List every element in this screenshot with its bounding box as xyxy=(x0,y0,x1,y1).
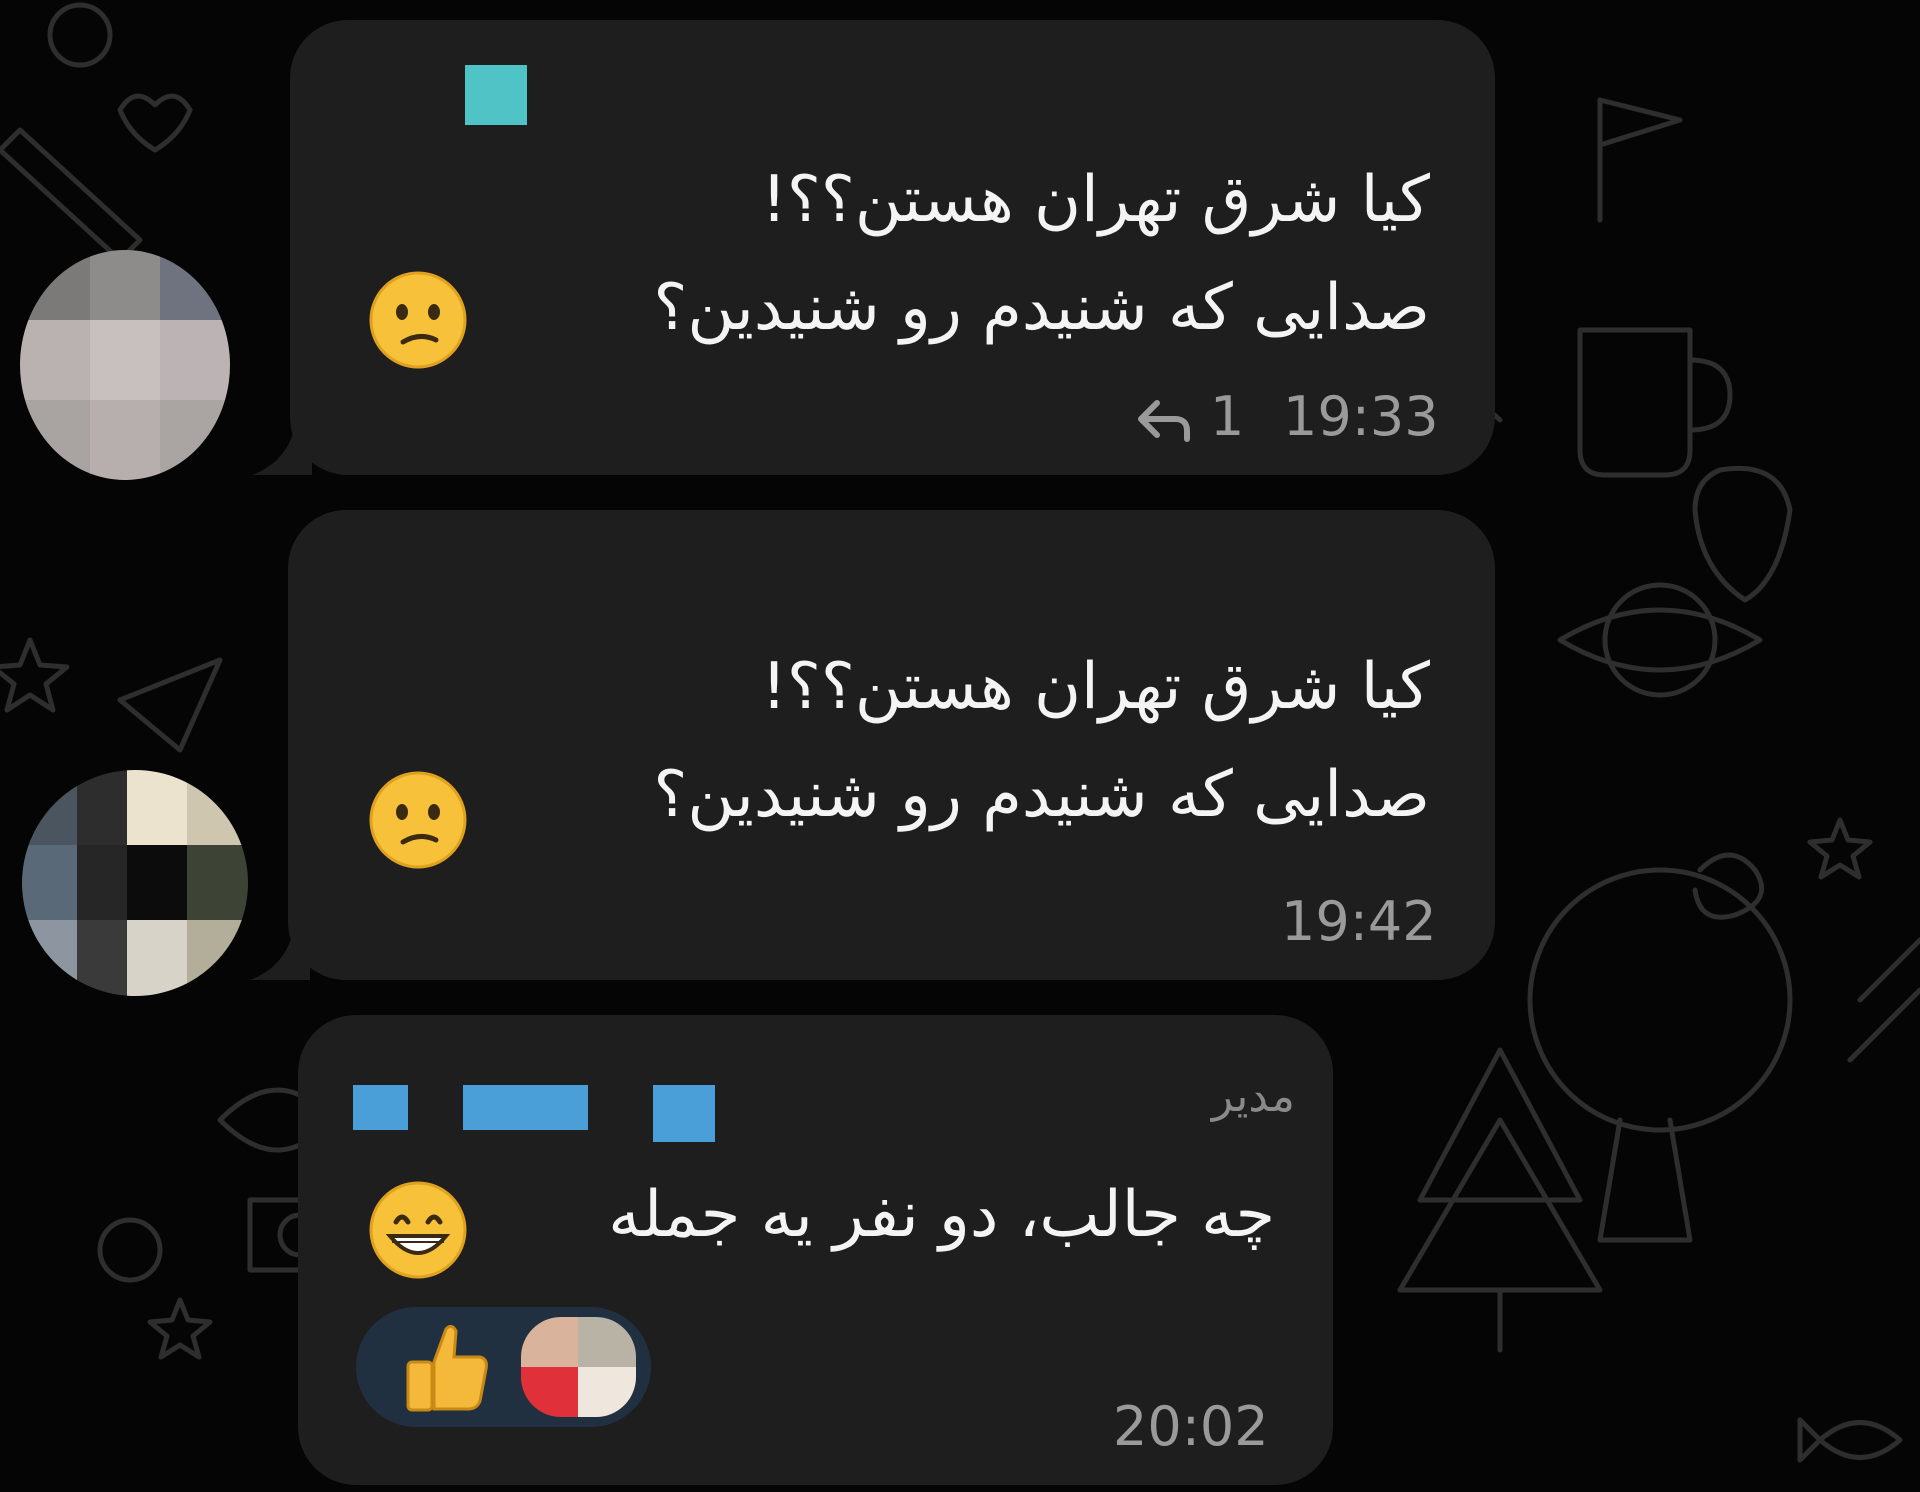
avatar-pixel xyxy=(578,1367,636,1417)
avatar-pixel xyxy=(578,1317,636,1367)
message-time: 19:33 xyxy=(1283,385,1439,448)
message-text-line: صدایی که شنیدم رو شنیدین؟ xyxy=(653,271,1430,345)
doodle-triangle xyxy=(117,657,223,753)
doodle-heart xyxy=(117,93,193,153)
doodle-circle xyxy=(47,2,113,68)
avatar-pixel xyxy=(160,400,230,480)
bubble-tail xyxy=(252,415,312,475)
avatar-pixel xyxy=(127,845,187,920)
avatar-pixel xyxy=(160,250,230,320)
bubble-tail xyxy=(250,920,310,980)
doodle-ring xyxy=(97,1217,163,1283)
message-text-line: کیا شرق تهران هستن؟؟! xyxy=(761,163,1430,237)
sender-name-redacted xyxy=(353,1085,408,1130)
confused-face-icon xyxy=(369,771,467,869)
doodle-pencil xyxy=(0,127,143,263)
doodle-star-3 xyxy=(1807,817,1873,880)
avatar-pixel xyxy=(521,1317,578,1367)
message-time: 19:42 xyxy=(1281,890,1437,953)
grinning-face-icon xyxy=(369,1181,467,1279)
avatar-pixel xyxy=(127,770,187,845)
reply-count[interactable]: 1 xyxy=(1210,390,1244,444)
message-text-line: صدایی که شنیدم رو شنیدین؟ xyxy=(653,758,1430,832)
doodle-planet xyxy=(1557,607,1763,673)
message-time: 20:02 xyxy=(1113,1395,1269,1458)
doodle-star-2 xyxy=(147,1297,213,1360)
chat-screen: کیا شرق تهران هستن؟؟! صدایی که شنیدم رو … xyxy=(0,0,1920,1492)
avatar-pixel xyxy=(127,920,187,996)
avatar-pixel xyxy=(187,920,248,996)
avatar-pixel xyxy=(187,770,248,845)
message-bubble[interactable]: مدیر چه جالب، دو نفر یه جمله 20:02 xyxy=(298,1015,1333,1485)
sender-name-redacted xyxy=(653,1085,715,1142)
avatar-pixel xyxy=(20,320,90,400)
admin-role-label: مدیر xyxy=(1211,1071,1295,1122)
message-bubble[interactable]: کیا شرق تهران هستن؟؟! صدایی که شنیدم رو … xyxy=(252,20,1495,475)
avatar-pixel xyxy=(22,845,77,920)
avatar-pixel xyxy=(77,920,127,996)
reply-icon[interactable] xyxy=(1135,395,1195,445)
avatar-pixel xyxy=(20,400,90,480)
thumbs-up-icon xyxy=(406,1324,488,1412)
doodle-spiral xyxy=(1692,852,1765,920)
reactor-avatar[interactable] xyxy=(521,1317,636,1417)
doodle-strawberry xyxy=(1692,465,1793,603)
doodle-balloon-basket xyxy=(1597,1117,1693,1243)
avatar-pixel xyxy=(77,845,127,920)
doodle-star xyxy=(0,637,70,713)
sender-name-redacted xyxy=(463,1085,588,1130)
message-text-line: چه جالب، دو نفر یه جمله xyxy=(608,1178,1275,1252)
doodle-planet-core xyxy=(1602,582,1718,698)
avatar-pixel xyxy=(20,250,90,320)
avatar[interactable] xyxy=(20,250,230,480)
confused-face-icon xyxy=(369,271,467,369)
avatar-pixel xyxy=(521,1367,578,1417)
avatar-pixel xyxy=(22,770,77,845)
avatar[interactable] xyxy=(22,770,248,996)
reaction-pill[interactable] xyxy=(356,1307,651,1427)
doodle-fish xyxy=(1797,1417,1903,1463)
message-text-line: کیا شرق تهران هستن؟؟! xyxy=(761,650,1430,724)
avatar-pixel xyxy=(160,320,230,400)
message-bubble[interactable]: کیا شرق تهران هستن؟؟! صدایی که شنیدم رو … xyxy=(250,510,1495,980)
avatar-pixel xyxy=(90,250,160,320)
avatar-pixel xyxy=(77,770,127,845)
doodle-rocket xyxy=(1847,937,1920,1063)
doodle-cup xyxy=(1577,327,1733,478)
doodle-flag xyxy=(1597,97,1683,223)
sender-name-redacted xyxy=(465,65,527,125)
avatar-pixel xyxy=(187,845,248,920)
avatar-pixel xyxy=(90,400,160,480)
avatar-pixel xyxy=(22,920,77,996)
avatar-pixel xyxy=(90,320,160,400)
